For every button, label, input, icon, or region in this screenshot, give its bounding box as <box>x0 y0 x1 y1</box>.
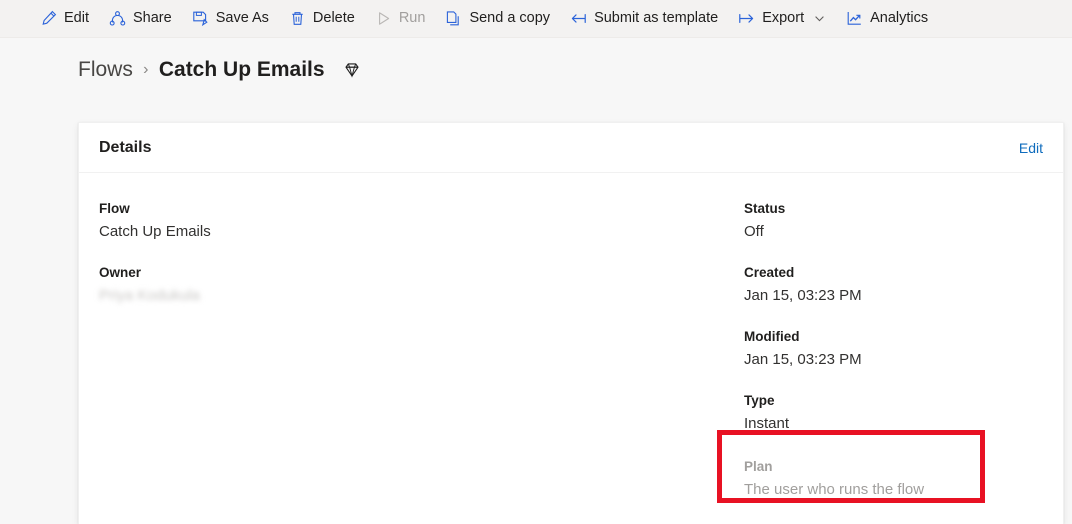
field-type-value: Instant <box>744 415 790 432</box>
field-status-value: Off <box>744 223 764 240</box>
command-submit-as-template[interactable]: Submit as template <box>560 0 728 37</box>
breadcrumb-separator-icon: › <box>143 61 149 78</box>
command-edit-label: Edit <box>64 10 89 27</box>
save-as-icon <box>192 10 209 27</box>
field-flow-label: Flow <box>99 201 130 216</box>
command-bar: Edit Share Save As Delete Run Send a cop… <box>0 0 1072 38</box>
command-analytics[interactable]: Analytics <box>836 0 938 37</box>
breadcrumb: Flows › Catch Up Emails <box>0 38 1072 82</box>
command-run-label: Run <box>398 10 426 27</box>
details-card-title: Details <box>99 138 152 156</box>
details-card-body: Flow Catch Up Emails Owner Priya Kodukul… <box>79 173 1063 500</box>
chevron-down-icon[interactable] <box>813 12 826 25</box>
command-export[interactable]: Export <box>728 0 836 37</box>
field-type-label: Type <box>744 393 775 408</box>
field-flow-value: Catch Up Emails <box>99 223 211 240</box>
field-modified-label: Modified <box>744 329 800 344</box>
arrow-right-bar-icon <box>738 10 755 27</box>
field-modified: Modified Jan 15, 03:23 PM <box>744 327 1043 370</box>
field-modified-value: Jan 15, 03:23 PM <box>744 351 862 368</box>
copy-icon <box>445 10 462 27</box>
command-save-as-label: Save As <box>215 10 269 27</box>
field-plan: Plan The user who runs the flow <box>744 455 1043 500</box>
command-share[interactable]: Share <box>99 0 182 37</box>
field-plan-label: Plan <box>744 459 773 474</box>
gem-icon <box>341 59 363 81</box>
command-delete-label: Delete <box>312 10 355 27</box>
command-export-label: Export <box>762 10 805 27</box>
command-run[interactable]: Run <box>365 0 436 37</box>
command-save-as[interactable]: Save As <box>182 0 279 37</box>
field-plan-value: The user who runs the flow <box>744 481 925 498</box>
details-left-column: Flow Catch Up Emails Owner Priya Kodukul… <box>99 199 744 500</box>
command-edit[interactable]: Edit <box>30 0 99 37</box>
field-created-value: Jan 15, 03:23 PM <box>744 287 862 304</box>
arrow-left-bar-icon <box>570 10 587 27</box>
play-icon <box>375 10 392 27</box>
field-owner-label: Owner <box>99 265 142 280</box>
field-type: Type Instant <box>744 391 1043 434</box>
details-edit-link[interactable]: Edit <box>1019 140 1043 156</box>
field-owner-value: Priya Kodukula <box>99 287 200 304</box>
field-status: Status Off <box>744 199 1043 242</box>
command-submit-as-template-label: Submit as template <box>594 10 719 27</box>
breadcrumb-item-flows[interactable]: Flows <box>78 58 133 82</box>
field-flow: Flow Catch Up Emails <box>99 199 744 242</box>
command-analytics-label: Analytics <box>870 10 929 27</box>
details-right-column: Status Off Created Jan 15, 03:23 PM Modi… <box>744 199 1043 500</box>
trash-icon <box>289 10 306 27</box>
page-title: Catch Up Emails <box>158 58 325 81</box>
command-delete[interactable]: Delete <box>279 0 365 37</box>
pencil-icon <box>40 10 57 27</box>
command-send-a-copy-label: Send a copy <box>469 10 551 27</box>
command-send-a-copy[interactable]: Send a copy <box>435 0 560 37</box>
line-chart-icon <box>846 10 863 27</box>
share-nodes-icon <box>109 10 126 27</box>
details-card: Details Edit Flow Catch Up Emails Owner … <box>78 122 1064 524</box>
field-owner: Owner Priya Kodukula <box>99 263 744 306</box>
field-created: Created Jan 15, 03:23 PM <box>744 263 1043 306</box>
field-status-label: Status <box>744 201 786 216</box>
details-card-header: Details Edit <box>79 123 1063 173</box>
command-share-label: Share <box>133 10 172 27</box>
field-created-label: Created <box>744 265 795 280</box>
